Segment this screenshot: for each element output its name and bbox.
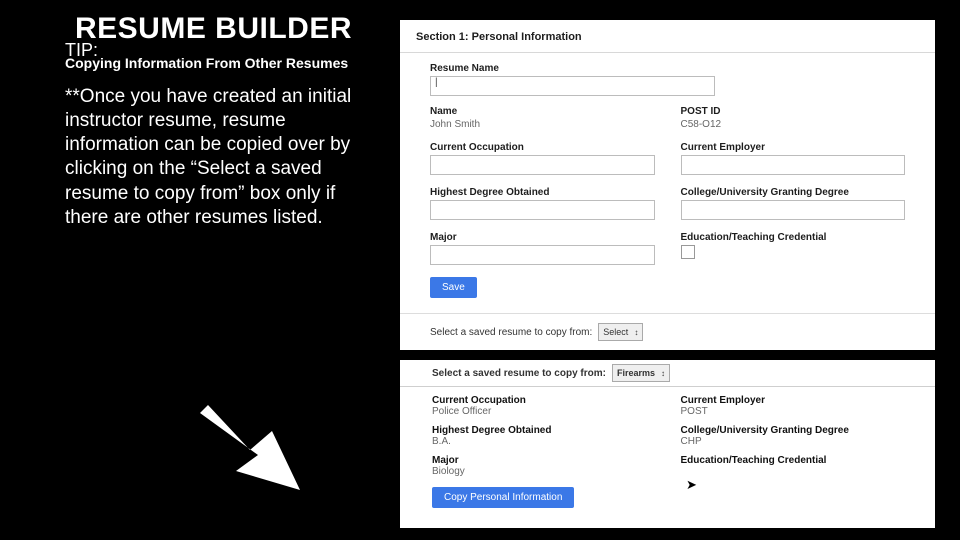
occupation-value-b: Police Officer — [432, 406, 655, 417]
credential-label: Education/Teaching Credential — [681, 232, 906, 243]
occupation-label-b: Current Occupation — [432, 395, 655, 406]
employer-label: Current Employer — [681, 142, 906, 153]
copy-from-bar: Select a saved resume to copy from: Sele… — [400, 313, 935, 350]
employer-value-b: POST — [681, 406, 904, 417]
copy-from-label-b: Select a saved resume to copy from: — [432, 368, 606, 379]
personal-info-form-screenshot: Section 1: Personal Information Resume N… — [400, 20, 935, 350]
name-value: John Smith — [430, 119, 655, 130]
tip-body: **Once you have created an initial instr… — [65, 85, 380, 231]
left-text-block: RESUME BUILDER TIP: Copying Information … — [65, 12, 380, 230]
degree-value-b: B.A. — [432, 436, 655, 447]
copy-from-label: Select a saved resume to copy from: — [430, 327, 592, 338]
copy-from-select-value: Select — [603, 327, 628, 337]
slide: RESUME BUILDER TIP: Copying Information … — [0, 0, 960, 540]
degree-input[interactable] — [430, 200, 655, 220]
copy-from-select-value-b: Firearms — [617, 368, 655, 378]
post-id-label: POST ID — [681, 106, 906, 117]
resume-name-label: Resume Name — [430, 63, 905, 74]
major-label-b: Major — [432, 455, 655, 466]
copy-from-populated-screenshot: Select a saved resume to copy from: Fire… — [400, 360, 935, 528]
college-input[interactable] — [681, 200, 906, 220]
copy-personal-info-button[interactable]: Copy Personal Information — [432, 487, 574, 508]
copy-from-header: Select a saved resume to copy from: Fire… — [400, 360, 935, 387]
credential-label-b: Education/Teaching Credential — [681, 455, 904, 466]
employer-label-b: Current Employer — [681, 395, 904, 406]
degree-label: Highest Degree Obtained — [430, 187, 655, 198]
degree-label-b: Highest Degree Obtained — [432, 425, 655, 436]
major-value-b: Biology — [432, 466, 655, 477]
major-input[interactable] — [430, 245, 655, 265]
copied-fields: Current Occupation Police Officer Curren… — [400, 387, 935, 485]
form-area: Resume Name | Name John Smith POST ID C5… — [400, 53, 935, 298]
chevron-updown-icon: ↕ — [634, 328, 638, 337]
copy-from-select[interactable]: Select ↕ — [598, 323, 643, 341]
occupation-label: Current Occupation — [430, 142, 655, 153]
credential-checkbox[interactable] — [681, 245, 695, 259]
section-header: Section 1: Personal Information — [400, 20, 935, 53]
employer-input[interactable] — [681, 155, 906, 175]
arrow-icon — [200, 405, 310, 495]
name-label: Name — [430, 106, 655, 117]
tip-subtitle: Copying Information From Other Resumes — [65, 55, 380, 73]
resume-name-input[interactable]: | — [430, 76, 715, 96]
chevron-updown-icon: ↕ — [661, 369, 665, 378]
college-value-b: CHP — [681, 436, 904, 447]
post-id-value: C58-O12 — [681, 119, 906, 130]
copy-from-select-b[interactable]: Firearms ↕ — [612, 364, 670, 382]
save-button[interactable]: Save — [430, 277, 477, 298]
college-label-b: College/University Granting Degree — [681, 425, 904, 436]
cursor-icon: ➤ — [686, 477, 697, 493]
major-label: Major — [430, 232, 655, 243]
college-label: College/University Granting Degree — [681, 187, 906, 198]
occupation-input[interactable] — [430, 155, 655, 175]
slide-title: RESUME BUILDER — [75, 12, 380, 46]
